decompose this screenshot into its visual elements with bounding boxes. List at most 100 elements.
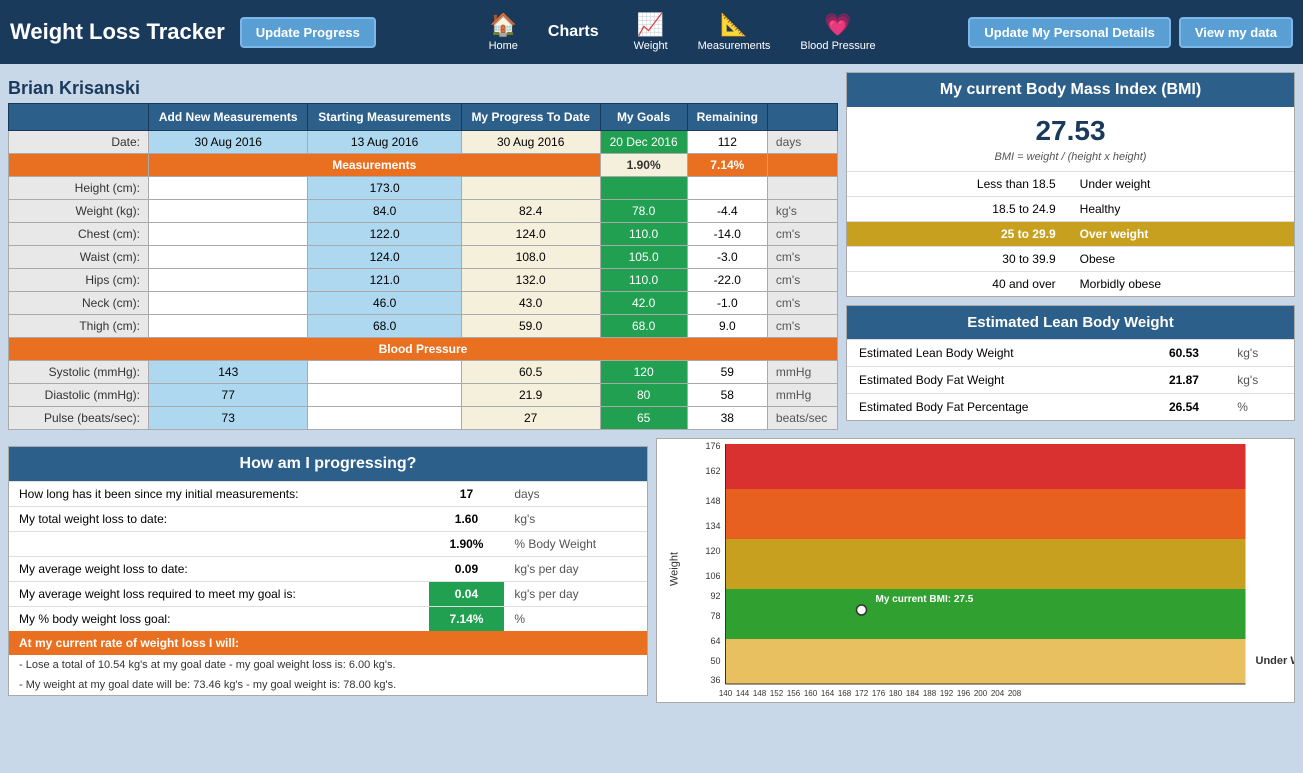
measurement-row: Weight (kg): 84.0 82.4 78.0 -4.4 kg's [9,200,838,223]
row-unit: kg's [767,200,837,223]
bmi-range: Less than 18.5 [847,172,1068,197]
nav-charts[interactable]: Charts [548,23,604,41]
zone-obese [726,489,1246,539]
bp-row-add: 73 [149,407,308,430]
bp-row-start [308,361,461,384]
row-unit: cm's [767,223,837,246]
svg-text:148: 148 [705,496,720,506]
nav-home[interactable]: 🏠 Home [489,12,518,52]
bp-row-add: 143 [149,361,308,384]
col-header-remaining: Remaining [687,104,767,131]
svg-text:50: 50 [710,656,720,666]
svg-text:148: 148 [753,689,767,698]
svg-text:64: 64 [710,636,720,646]
svg-text:160: 160 [804,689,818,698]
view-data-button[interactable]: View my data [1179,17,1293,48]
row-goal: 78.0 [600,200,687,223]
bmi-category: Morbidly obese [1068,272,1294,297]
row-unit: cm's [767,246,837,269]
bmi-category: Healthy [1068,197,1294,222]
bmi-marker-label: My current BMI: 27.5 [876,594,974,605]
progress-label: My % body weight loss goal: [9,607,429,632]
nav-weight[interactable]: 📈 Weight [634,12,668,52]
svg-text:172: 172 [855,689,869,698]
svg-text:152: 152 [770,689,784,698]
bmi-panel: My current Body Mass Index (BMI) 27.53 B… [846,72,1295,297]
update-progress-button[interactable]: Update Progress [240,17,376,48]
row-remaining: -14.0 [687,223,767,246]
svg-text:168: 168 [838,689,852,698]
bp-row-progress: 60.5 [461,361,600,384]
zone-underweight [726,639,1246,684]
lean-unit: % [1225,394,1294,421]
bp-row-add: 77 [149,384,308,407]
app-title: Weight Loss Tracker [10,19,225,45]
zone-healthy [726,589,1246,639]
row-start: 121.0 [308,269,461,292]
lean-unit: kg's [1225,340,1294,367]
row-remaining: 9.0 [687,315,767,338]
pct-start: 1.90% [600,154,687,177]
measurement-row: Thigh (cm): 68.0 59.0 68.0 9.0 cm's [9,315,838,338]
bmi-row: 25 to 29.9 Over weight [847,222,1294,247]
measurements-section-header: Measurements 1.90% 7.14% [9,154,838,177]
bp-row-remaining: 58 [687,384,767,407]
svg-text:Under Weight: Under Weight [1256,655,1295,667]
bmi-marker-dot [857,605,867,615]
date-label: Date: [9,131,149,154]
lean-panel: Estimated Lean Body Weight Estimated Lea… [846,305,1295,421]
row-label: Neck (cm): [9,292,149,315]
bp-label: Blood Pressure [9,338,838,361]
row-label: Height (cm): [9,177,149,200]
col-header-add: Add New Measurements [149,104,308,131]
lean-label: Estimated Body Fat Weight [847,367,1143,394]
row-progress: 43.0 [461,292,600,315]
lean-row: Estimated Body Fat Weight 21.87 kg's [847,367,1294,394]
bp-row-label: Systolic (mmHg): [9,361,149,384]
measurement-row: Neck (cm): 46.0 43.0 42.0 -1.0 cm's [9,292,838,315]
svg-text:204: 204 [991,689,1005,698]
row-progress: 108.0 [461,246,600,269]
lean-value: 60.53 [1143,340,1226,367]
measurements-icon: 📐 [720,12,747,38]
nav-blood-pressure[interactable]: 💗 Blood Pressure [800,12,875,52]
progress-label: My total weight loss to date: [9,507,429,532]
row-unit: cm's [767,292,837,315]
bottom-row: How am I progressing? How long has it be… [0,438,1303,711]
left-column: Brian Krisanski Add New Measurements Sta… [8,72,838,430]
progress-unit: kg's per day [504,582,647,607]
bp-row-progress: 27 [461,407,600,430]
svg-text:196: 196 [957,689,971,698]
row-add [149,292,308,315]
progress-unit: kg's per day [504,557,647,582]
svg-text:92: 92 [710,591,720,601]
bmi-range: 40 and over [847,272,1068,297]
progress-unit: kg's [504,507,647,532]
col-header-goals: My Goals [600,104,687,131]
bp-row: Pulse (beats/sec): 73 27 65 38 beats/sec [9,407,838,430]
progress-unit: % Body Weight [504,532,647,557]
row-goal [600,177,687,200]
progress-value: 17 [429,482,505,507]
progress-unit: days [504,482,647,507]
svg-text:162: 162 [705,466,720,476]
header: Weight Loss Tracker Update Progress 🏠 Ho… [0,0,1303,64]
measurements-label: Measurements [698,40,771,52]
lean-header: Estimated Lean Body Weight [847,306,1294,339]
update-personal-button[interactable]: Update My Personal Details [968,17,1171,48]
note1: - Lose a total of 10.54 kg's at my goal … [9,655,647,675]
bp-row-unit: mmHg [767,384,837,407]
row-remaining: -3.0 [687,246,767,269]
lean-value: 26.54 [1143,394,1226,421]
charts-label: Charts [548,23,599,41]
progress-label: My average weight loss required to meet … [9,582,429,607]
svg-text:106: 106 [705,571,720,581]
progress-panel: How am I progressing? How long has it be… [8,446,648,696]
progress-row: How long has it been since my initial me… [9,482,647,507]
row-goal: 110.0 [600,223,687,246]
svg-text:120: 120 [705,546,720,556]
row-progress: 59.0 [461,315,600,338]
progress-header: How am I progressing? [9,447,647,481]
nav-measurements[interactable]: 📐 Measurements [698,12,771,52]
svg-text:Obese: Obese [1256,510,1290,522]
